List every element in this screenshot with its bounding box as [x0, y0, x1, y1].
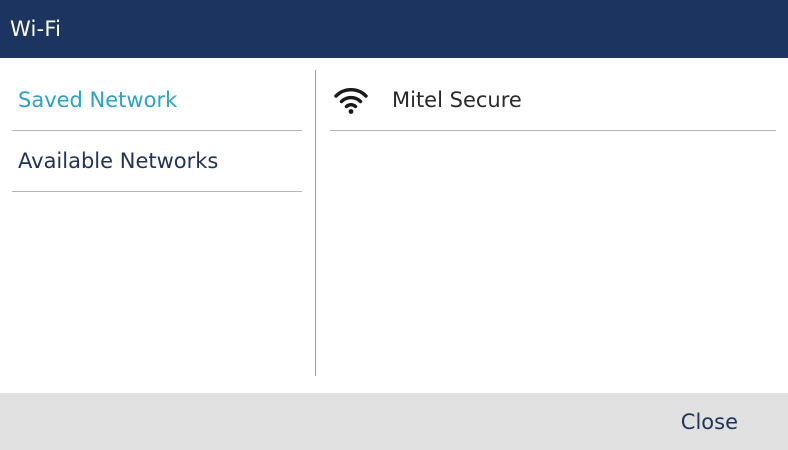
- menu-item-label: Saved Network: [18, 88, 178, 112]
- menu-item-available-networks[interactable]: Available Networks: [12, 131, 302, 192]
- menu-item-label: Available Networks: [18, 149, 219, 173]
- network-row[interactable]: Mitel Secure: [330, 70, 776, 131]
- title-bar: Wi-Fi: [0, 0, 788, 58]
- wifi-icon: [334, 85, 368, 115]
- network-list: Mitel Secure: [330, 70, 776, 131]
- wifi-screen: Wi-Fi Saved Network Available Networks M…: [0, 0, 788, 450]
- pane-divider: [315, 70, 316, 376]
- network-menu: Saved Network Available Networks: [12, 70, 302, 192]
- menu-item-saved-network[interactable]: Saved Network: [12, 70, 302, 131]
- page-title: Wi-Fi: [10, 17, 62, 41]
- network-name: Mitel Secure: [392, 88, 522, 112]
- close-button[interactable]: Close: [681, 393, 738, 450]
- softkey-bar: Close: [0, 393, 788, 450]
